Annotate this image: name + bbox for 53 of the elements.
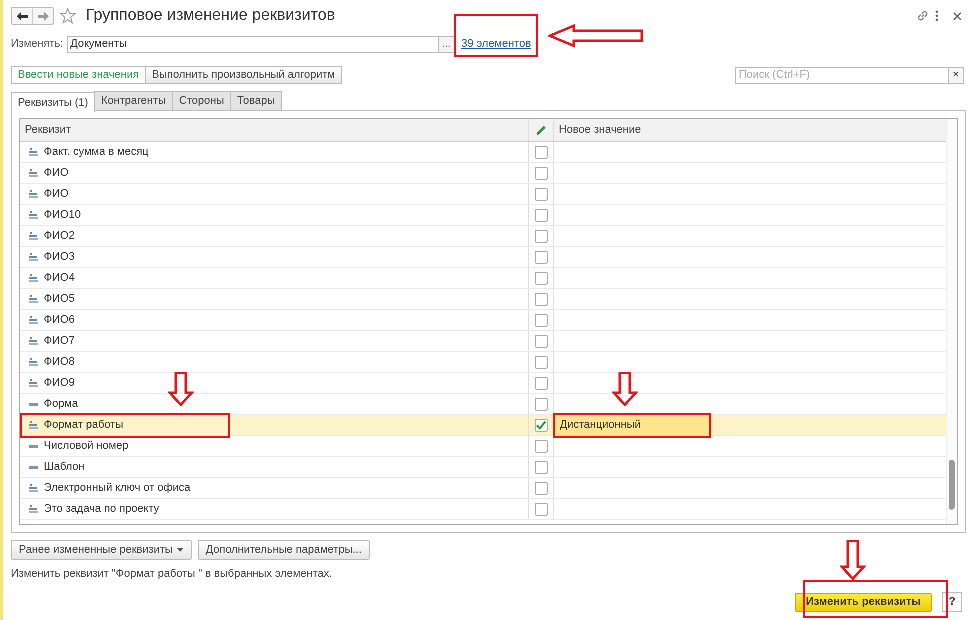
table-row[interactable]: ФИО: [20, 163, 946, 184]
attribute-name: ФИО5: [44, 293, 75, 305]
elements-link[interactable]: 39 элементов: [462, 38, 532, 50]
attribute-name: Это задача по проекту: [44, 503, 160, 515]
table-row[interactable]: ФИО: [20, 184, 946, 205]
mode-button[interactable]: Ввести новые значения: [11, 66, 146, 84]
field-label: Изменять:: [11, 38, 64, 50]
table-row[interactable]: Это задача по проекту: [20, 499, 946, 520]
attribute-name: ФИО3: [44, 251, 75, 263]
attribute-name: ФИО10: [44, 209, 82, 221]
attribute-name: ФИО7: [44, 335, 75, 347]
help-button[interactable]: ?: [942, 592, 962, 612]
attribute-name: ФИО8: [44, 356, 75, 368]
tab[interactable]: Реквизиты (1): [11, 92, 96, 112]
table-row[interactable]: ФИО6: [20, 310, 946, 331]
table-row[interactable]: ФИО3: [20, 247, 946, 268]
attribute-name: Факт. сумма в месяц: [44, 146, 149, 158]
table-row[interactable]: Формат работы Дистанционный: [20, 415, 946, 436]
attribute-name: Числовой номер: [44, 440, 129, 452]
attribute-name: ФИО6: [44, 314, 75, 326]
attribute-name: ФИО4: [44, 272, 75, 284]
table-row[interactable]: ФИО5: [20, 289, 946, 310]
attribute-name: Форма: [44, 398, 78, 410]
attribute-name: Электронный ключ от офиса: [44, 482, 191, 494]
document-field[interactable]: Документы: [66, 36, 438, 52]
table-row[interactable]: Электронный ключ от офиса: [20, 478, 946, 499]
tab[interactable]: Контрагенты: [94, 91, 174, 110]
table-row[interactable]: ФИО10: [20, 205, 946, 226]
action-button[interactable]: Ранее измененные реквизиты: [11, 540, 192, 560]
attribute-name: Формат работы: [44, 419, 124, 431]
clear-button[interactable]: ×: [949, 66, 964, 84]
table-row[interactable]: Шаблон: [20, 457, 946, 478]
tab[interactable]: Товары: [230, 91, 282, 110]
table-row[interactable]: ФИО8: [20, 352, 946, 373]
mode-button[interactable]: Выполнить произвольный алгоритм: [146, 66, 342, 84]
tab[interactable]: Стороны: [172, 91, 232, 110]
column-header[interactable]: Реквизит: [20, 119, 528, 141]
table-row[interactable]: ФИО7: [20, 331, 946, 352]
table-row[interactable]: Факт. сумма в месяц: [20, 142, 946, 163]
value-cell[interactable]: Дистанционный: [554, 415, 712, 435]
attribute-name: ФИО2: [44, 230, 75, 242]
apply-button[interactable]: Изменить реквизиты: [795, 592, 932, 612]
hint-text: Изменить реквизит "Формат работы " в выбранных элементах.: [11, 568, 334, 580]
table-row[interactable]: Числовой номер: [20, 436, 946, 457]
table-row[interactable]: ФИО4: [20, 268, 946, 289]
search-field[interactable]: Поиск (Ctrl+F): [735, 66, 949, 84]
attribute-name: ФИО9: [44, 377, 75, 389]
attribute-name: ФИО: [44, 167, 69, 179]
attribute-name: Шаблон: [44, 461, 85, 473]
table-row[interactable]: ФИО2: [20, 226, 946, 247]
action-button[interactable]: Дополнительные параметры...: [198, 540, 370, 560]
window-title: Групповое изменение реквизитов: [86, 7, 336, 25]
attribute-name: ФИО: [44, 188, 69, 200]
